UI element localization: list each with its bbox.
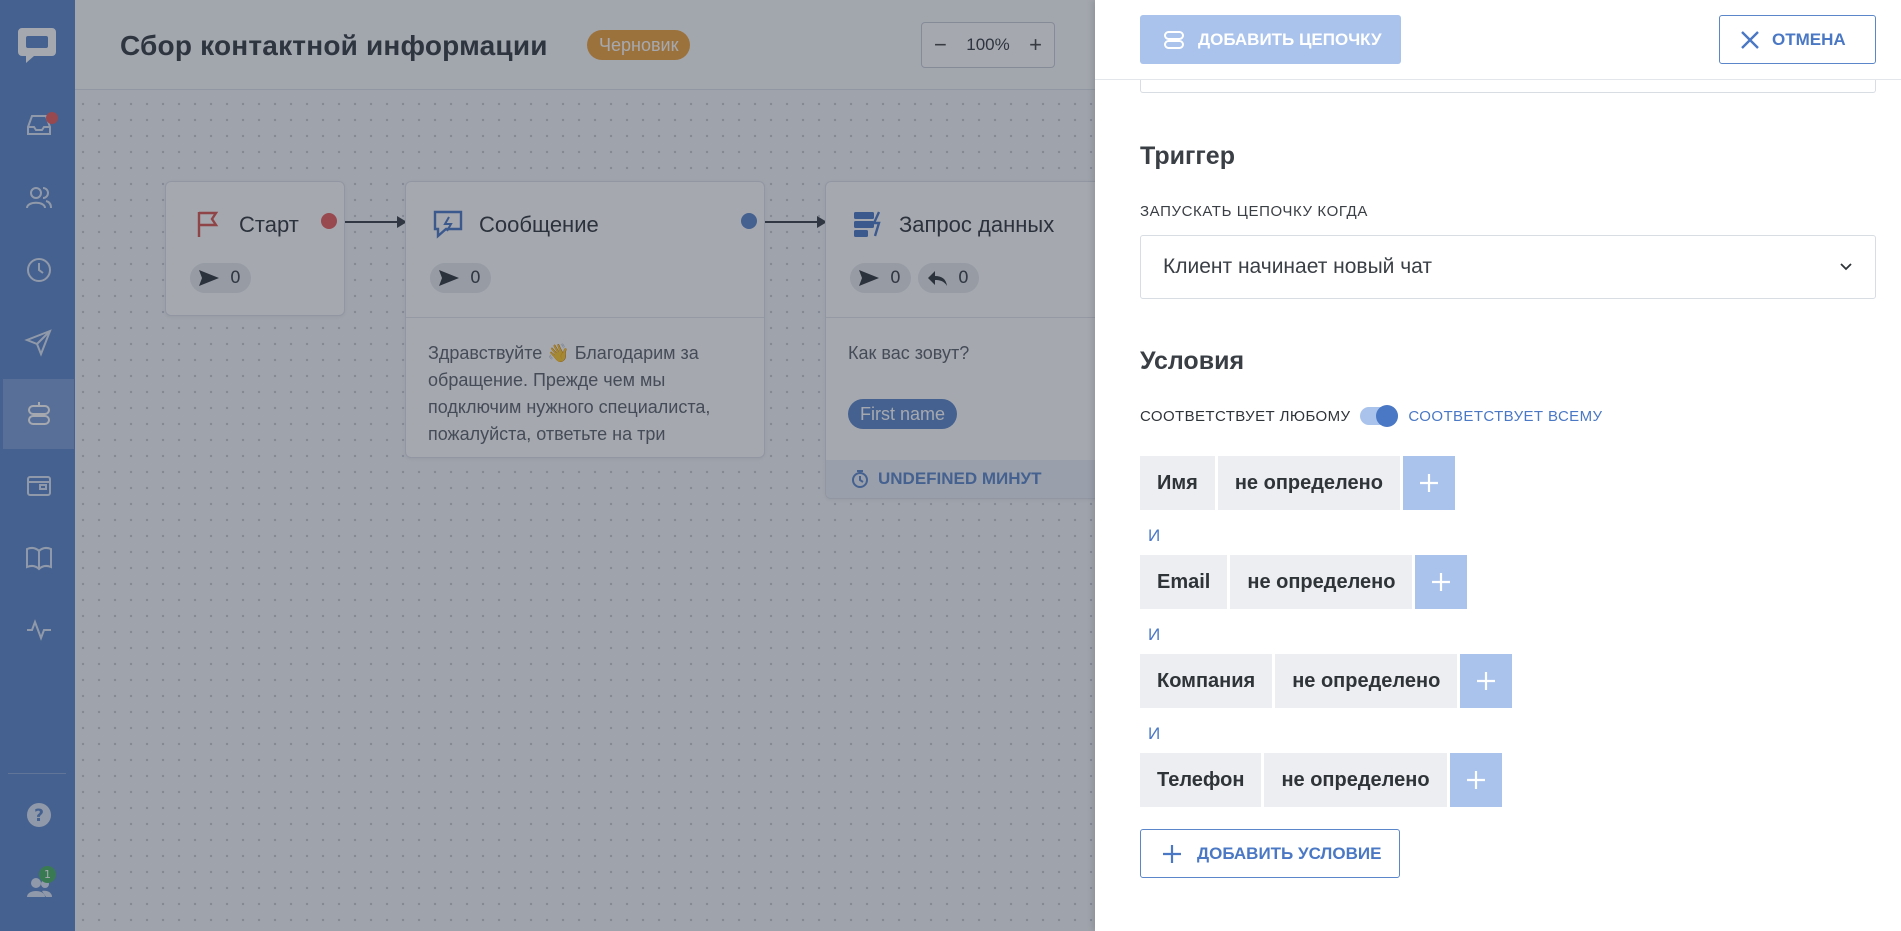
- add-chain-label: ДОБАВИТЬ ЦЕПОЧКУ: [1198, 29, 1382, 49]
- match-toggle-row: СООТВЕТСТВУЕТ ЛЮБОМУ СООТВЕТСТВУЕТ ВСЕМУ: [1140, 404, 1602, 428]
- plus-icon: [1419, 474, 1438, 492]
- match-any-label[interactable]: СООТВЕТСТВУЕТ ЛЮБОМУ: [1140, 408, 1350, 425]
- condition-row: Телефон не определено: [1140, 753, 1502, 807]
- condition-operator[interactable]: не определено: [1264, 753, 1447, 807]
- plus-icon: [1432, 573, 1451, 591]
- add-or-condition-button[interactable]: [1402, 456, 1455, 510]
- condition-row: Email не определено: [1140, 555, 1468, 609]
- condition-field[interactable]: Email: [1140, 555, 1228, 609]
- add-condition-label: ДОБАВИТЬ УСЛОВИЕ: [1197, 843, 1382, 863]
- close-icon: [1741, 30, 1759, 49]
- and-label: И: [1148, 625, 1161, 644]
- match-all-label[interactable]: СООТВЕТСТВУЕТ ВСЕМУ: [1408, 408, 1602, 425]
- condition-field[interactable]: Имя: [1140, 456, 1215, 510]
- condition-operator[interactable]: не определено: [1275, 654, 1458, 708]
- add-or-condition-button[interactable]: [1460, 654, 1513, 708]
- plus-icon: [1477, 672, 1496, 690]
- condition-field[interactable]: Компания: [1140, 654, 1273, 708]
- condition-operator[interactable]: не определено: [1230, 555, 1413, 609]
- condition-row: Компания не определено: [1140, 654, 1513, 708]
- match-mode-toggle[interactable]: [1360, 405, 1399, 427]
- and-label: И: [1148, 724, 1161, 743]
- trigger-label: ЗАПУСКАТЬ ЦЕПОЧКУ КОГДА: [1140, 203, 1368, 220]
- plus-icon: [1466, 771, 1485, 789]
- panel-toolbar: ДОБАВИТЬ ЦЕПОЧКУ ОТМЕНА: [1095, 0, 1901, 80]
- conditions-title: Условия: [1140, 347, 1245, 375]
- chevron-down-icon: [1840, 263, 1852, 271]
- add-condition-button[interactable]: ДОБАВИТЬ УСЛОВИЕ: [1140, 829, 1400, 878]
- condition-row: Имя не определено: [1140, 456, 1455, 510]
- condition-field[interactable]: Телефон: [1140, 753, 1262, 807]
- cancel-button[interactable]: ОТМЕНА: [1719, 15, 1876, 64]
- modal-backdrop[interactable]: [0, 0, 1095, 931]
- bot-icon: [1164, 30, 1184, 49]
- trigger-select[interactable]: Клиент начинает новый чат: [1140, 235, 1876, 299]
- condition-operator[interactable]: не определено: [1217, 456, 1400, 510]
- trigger-value: Клиент начинает новый чат: [1163, 255, 1433, 278]
- add-or-condition-button[interactable]: [1415, 555, 1468, 609]
- chain-settings-panel: ДОБАВИТЬ ЦЕПОЧКУ ОТМЕНА Триггер ЗАПУСКАТ…: [1095, 0, 1901, 931]
- add-chain-button[interactable]: ДОБАВИТЬ ЦЕПОЧКУ: [1140, 15, 1401, 64]
- trigger-title: Триггер: [1140, 142, 1235, 170]
- and-label: И: [1148, 526, 1161, 545]
- cancel-label: ОТМЕНА: [1772, 29, 1846, 49]
- add-or-condition-button[interactable]: [1449, 753, 1502, 807]
- plus-icon: [1163, 844, 1181, 863]
